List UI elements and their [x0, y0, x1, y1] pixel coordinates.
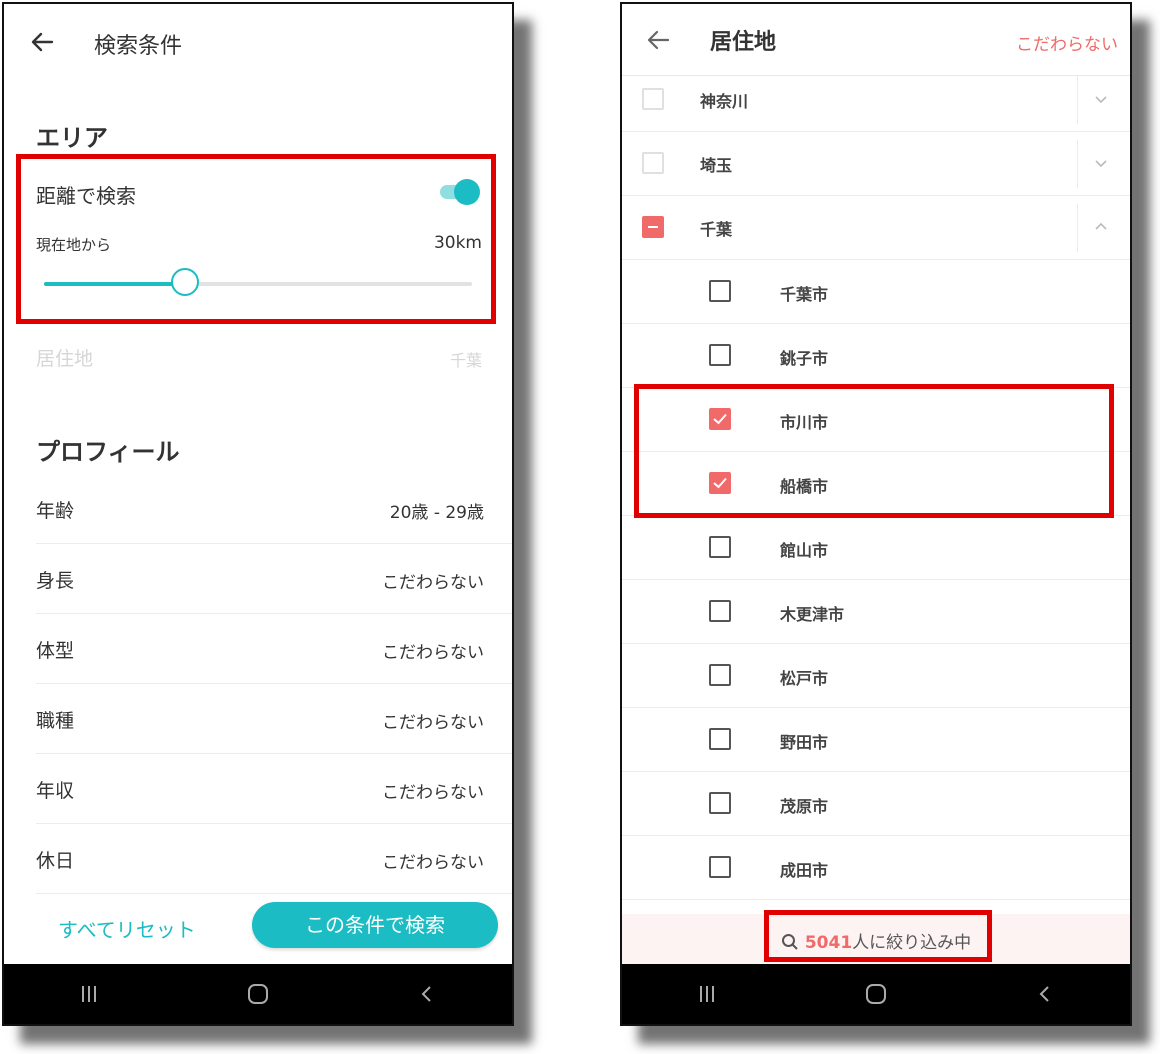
- city-name: 千葉市: [780, 285, 829, 304]
- prefecture-row[interactable]: 埼玉: [622, 132, 1130, 196]
- divider: [1077, 204, 1078, 252]
- profile-row-label: 年齢: [36, 500, 75, 522]
- city-name: 野田市: [780, 733, 829, 752]
- city-row[interactable]: 千葉市: [622, 260, 1130, 324]
- prefecture-row[interactable]: 神奈川: [622, 68, 1130, 132]
- back-chevron-icon: [421, 986, 432, 1002]
- profile-row-income[interactable]: 年収 こだわらない: [36, 754, 512, 824]
- profile-row-value: こだわらない: [382, 643, 484, 663]
- page-title: 居住地: [710, 30, 777, 55]
- recent-apps-button[interactable]: [69, 974, 109, 1014]
- search-conditions-screen: 検索条件 エリア 距離で検索 現在地から 30km 居住地 千葉 プロフィール …: [2, 2, 514, 1026]
- back-button[interactable]: [1025, 974, 1065, 1014]
- city-checkbox[interactable]: [709, 280, 731, 302]
- profile-row-label: 体型: [36, 640, 75, 662]
- profile-row-value: こだわらない: [382, 573, 484, 593]
- reset-all-button[interactable]: すべてリセット: [58, 914, 196, 943]
- profile-row-value: こだわらない: [382, 853, 484, 873]
- profile-row-value: こだわらない: [382, 783, 484, 803]
- back-chevron-icon: [1039, 986, 1050, 1002]
- recent-apps-icon: [699, 986, 714, 1002]
- city-checkbox[interactable]: [709, 664, 731, 686]
- profile-row-holiday[interactable]: 休日 こだわらない: [36, 824, 512, 894]
- header: 検索条件: [4, 4, 512, 82]
- highlight-box-selected-cities: [634, 384, 1114, 518]
- home-icon: [247, 984, 268, 1004]
- android-nav-bar: [622, 964, 1130, 1024]
- city-name: 茂原市: [780, 797, 829, 816]
- area-section-title: エリア: [36, 124, 108, 152]
- profile-row-label: 休日: [36, 850, 75, 872]
- profile-row-occupation[interactable]: 職種 こだわらない: [36, 684, 512, 754]
- residence-screen: 居住地 こだわらない 神奈川 埼玉 千葉 千葉市 銚子市 市川市 船橋市 館山市…: [620, 2, 1132, 1026]
- city-checkbox[interactable]: [709, 344, 731, 366]
- profile-row-label: 年収: [36, 780, 75, 802]
- divider: [1077, 140, 1078, 188]
- page-title: 検索条件: [94, 34, 183, 59]
- back-arrow-icon[interactable]: [28, 28, 56, 56]
- prefecture-name: 千葉: [700, 220, 733, 239]
- city-row[interactable]: 成田市: [622, 836, 1130, 900]
- prefecture-checkbox[interactable]: [642, 152, 664, 174]
- recent-apps-button[interactable]: [687, 974, 727, 1014]
- city-row[interactable]: 茂原市: [622, 772, 1130, 836]
- profile-row-body-type[interactable]: 体型 こだわらない: [36, 614, 512, 684]
- profile-row-age[interactable]: 年齢 20歳 - 29歳: [36, 474, 512, 544]
- no-preference-button[interactable]: こだわらない: [1016, 30, 1118, 55]
- city-name: 木更津市: [780, 605, 845, 624]
- home-button[interactable]: [238, 974, 278, 1014]
- profile-row-value: 20歳 - 29歳: [389, 503, 484, 523]
- prefecture-checkbox-partial[interactable]: [642, 216, 664, 238]
- city-name: 松戸市: [780, 669, 829, 688]
- city-name: 成田市: [780, 861, 829, 880]
- residence-value-disabled: 千葉: [449, 351, 482, 370]
- city-checkbox[interactable]: [709, 856, 731, 878]
- city-name: 銚子市: [780, 349, 829, 368]
- city-checkbox[interactable]: [709, 536, 731, 558]
- chevron-down-icon[interactable]: [1094, 156, 1108, 170]
- prefecture-checkbox[interactable]: [642, 88, 664, 110]
- prefecture-name: 埼玉: [700, 156, 733, 175]
- home-button[interactable]: [856, 974, 896, 1014]
- city-row[interactable]: 銚子市: [622, 324, 1130, 388]
- recent-apps-icon: [81, 986, 96, 1002]
- chevron-down-icon[interactable]: [1094, 92, 1108, 106]
- city-checkbox[interactable]: [709, 792, 731, 814]
- profile-row-value: こだわらない: [382, 713, 484, 733]
- city-checkbox[interactable]: [709, 728, 731, 750]
- prefecture-row[interactable]: 千葉: [622, 196, 1130, 260]
- back-button[interactable]: [407, 974, 447, 1014]
- profile-section-title: プロフィール: [36, 438, 180, 466]
- residence-label-disabled: 居住地: [36, 348, 94, 370]
- profile-row-label: 身長: [36, 570, 75, 592]
- android-nav-bar: [4, 964, 512, 1024]
- city-row[interactable]: 木更津市: [622, 580, 1130, 644]
- highlight-box-result: [764, 910, 992, 962]
- city-row[interactable]: 松戸市: [622, 644, 1130, 708]
- back-arrow-icon[interactable]: [644, 26, 672, 54]
- header: 居住地 こだわらない: [622, 4, 1130, 76]
- city-row[interactable]: 館山市: [622, 516, 1130, 580]
- city-checkbox[interactable]: [709, 600, 731, 622]
- city-name: 館山市: [780, 541, 829, 560]
- city-row[interactable]: 野田市: [622, 708, 1130, 772]
- prefecture-name: 神奈川: [700, 92, 749, 111]
- highlight-box-distance: [16, 154, 496, 324]
- profile-row-label: 職種: [36, 710, 75, 732]
- profile-row-height[interactable]: 身長 こだわらない: [36, 544, 512, 614]
- search-with-conditions-button[interactable]: この条件で検索: [252, 902, 498, 948]
- chevron-up-icon[interactable]: [1094, 220, 1108, 234]
- home-icon: [865, 984, 886, 1004]
- divider: [1077, 76, 1078, 124]
